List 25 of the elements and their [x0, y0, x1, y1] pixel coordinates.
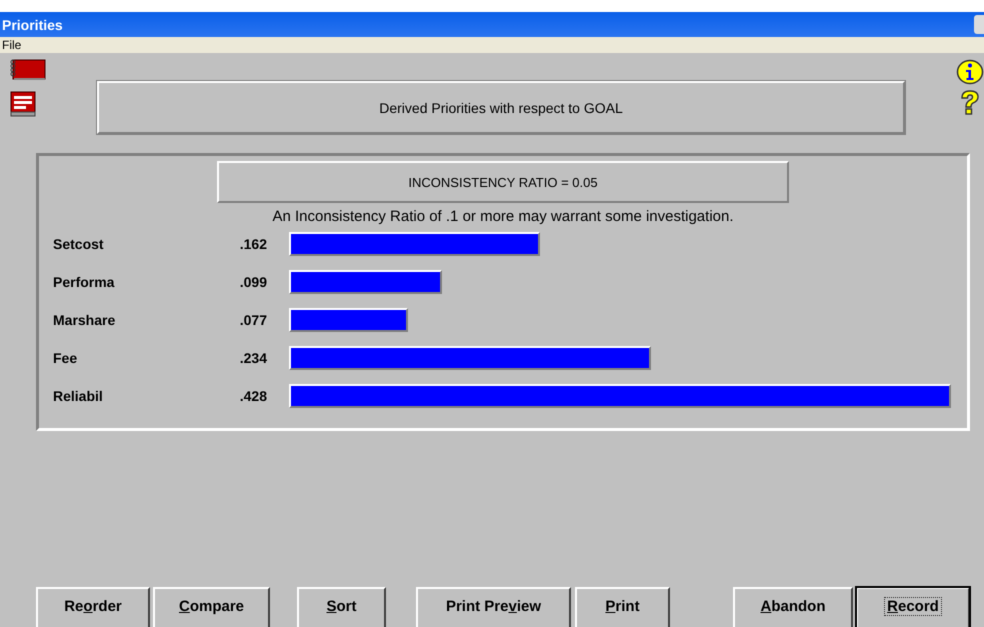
dialog-button[interactable]: Reorder: [36, 587, 150, 627]
criterion-name: Fee: [53, 350, 78, 366]
window-title: Priorities: [2, 16, 63, 32]
book-icon[interactable]: [10, 91, 36, 117]
dialog-button[interactable]: Record: [856, 587, 970, 627]
menu-item[interactable]: File: [2, 38, 22, 52]
note-text: An Inconsistency Ratio of .1 or more may warrant some investigation.: [272, 208, 734, 225]
notebook-icon[interactable]: [10, 59, 46, 81]
priority-value: .428: [238, 388, 268, 404]
priority-value: .162: [238, 236, 268, 252]
dialog-button[interactable]: Print: [575, 587, 670, 627]
dialog-button[interactable]: Print Preview: [416, 587, 571, 627]
criterion-name: Performa: [53, 274, 116, 290]
priority-value: .234: [238, 350, 268, 366]
dialog-button[interactable]: Compare: [153, 587, 270, 627]
info-icon[interactable]: [956, 59, 984, 85]
criterion-name: Reliabil: [53, 388, 104, 404]
inconsistency-ratio: INCONSISTENCY RATIO = 0.05: [217, 161, 789, 203]
priority-value: .099: [238, 274, 268, 290]
criterion-name: Setcost: [53, 236, 105, 252]
header-title: Derived Priorities with respect to GOAL: [97, 81, 905, 134]
dialog-button[interactable]: Abandon: [733, 587, 853, 627]
criterion-name: Marshare: [53, 312, 116, 328]
priority-value: .077: [238, 312, 268, 328]
dialog-button[interactable]: Sort: [297, 587, 386, 627]
